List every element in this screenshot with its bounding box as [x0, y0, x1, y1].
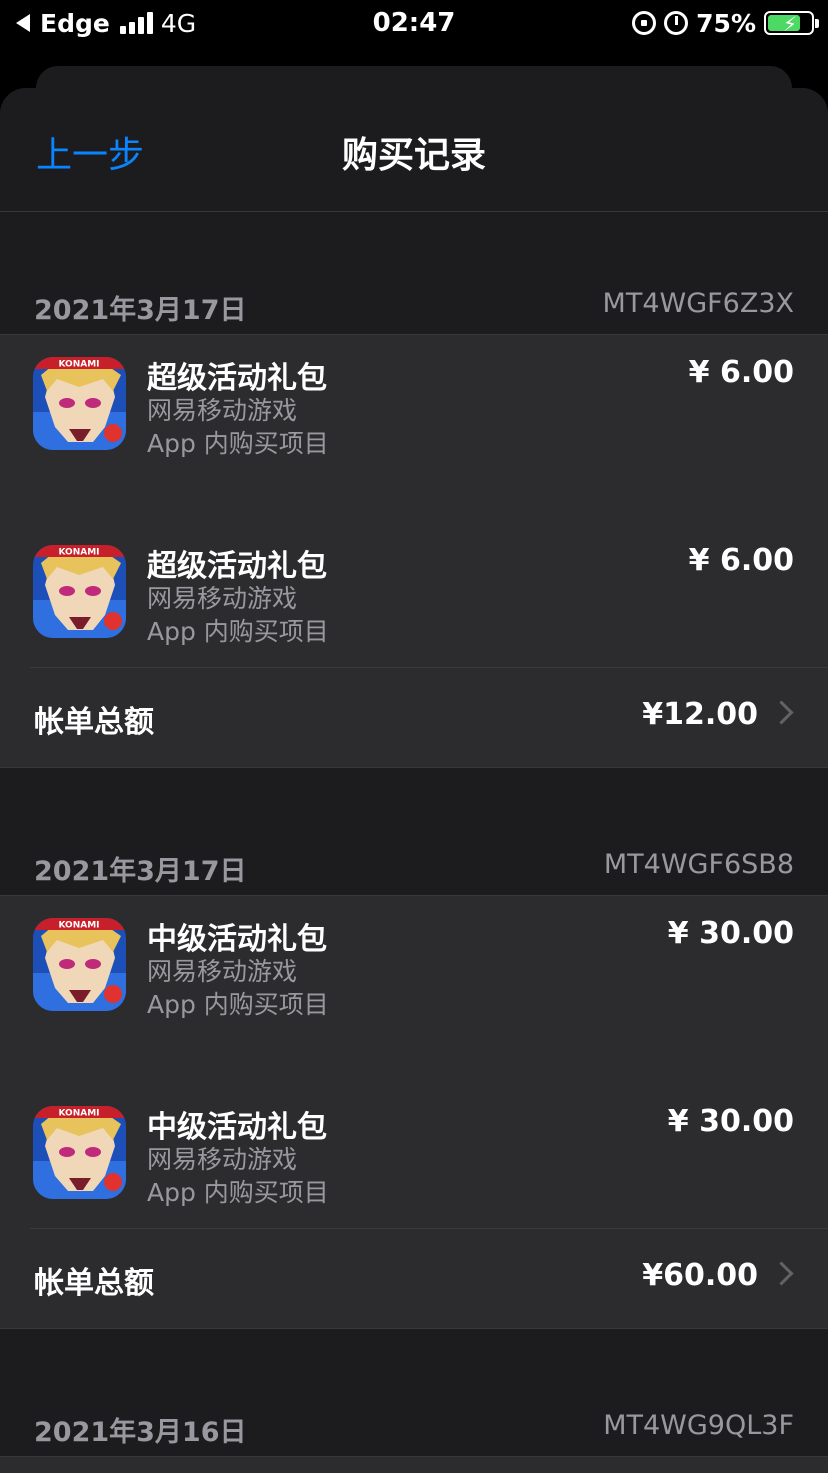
- item-developer: 网易移动游戏: [147, 396, 298, 425]
- order-id: MT4WGF6SB8: [603, 849, 794, 880]
- total-value: ¥60.00: [642, 1258, 758, 1293]
- svg-text:KONAMI: KONAMI: [58, 360, 99, 370]
- order-card: KONAMI 中级活动礼包 网易移动游戏 App 内购买项目 ¥ 30.00 K…: [0, 895, 828, 1329]
- total-label: 帐单总额: [34, 705, 154, 740]
- order-id: MT4WGF6Z3X: [602, 288, 794, 319]
- item-price: ¥ 30.00: [667, 1104, 794, 1139]
- yugioh-game-icon: KONAMI: [33, 545, 126, 638]
- svg-text:KONAMI: KONAMI: [58, 921, 99, 931]
- item-developer: 网易移动游戏: [147, 957, 298, 986]
- item-type: App 内购买项目: [147, 990, 329, 1019]
- chevron-right-icon: [769, 700, 794, 725]
- item-price: ¥ 6.00: [688, 543, 794, 578]
- status-right: 75% ⚡: [632, 8, 819, 38]
- order-header: 2021年3月17日 MT4WGF6SB8: [0, 849, 828, 889]
- item-developer: 网易移动游戏: [147, 1145, 298, 1174]
- order-header: 2021年3月17日 MT4WGF6Z3X: [0, 288, 828, 328]
- orientation-lock-icon: [632, 11, 657, 35]
- order-date: 2021年3月16日: [34, 1417, 247, 1448]
- svg-text:KONAMI: KONAMI: [58, 548, 99, 558]
- total-value: ¥12.00: [642, 697, 758, 732]
- item-type: App 内购买项目: [147, 617, 329, 646]
- page-title: 购买记录: [341, 135, 486, 176]
- order-card: KONAMI 超级活动礼包 网易移动游戏 App 内购买项目 ¥ 6.00 KO…: [0, 334, 828, 768]
- navigation-bar: 上一步 购买记录: [0, 88, 828, 212]
- divider: [30, 667, 828, 668]
- order-id: MT4WG9QL3F: [603, 1410, 794, 1441]
- total-row[interactable]: 帐单总额 ¥60.00: [0, 1228, 828, 1328]
- battery-percent: 75%: [696, 8, 756, 38]
- total-label: 帐单总额: [34, 1266, 154, 1301]
- item-type: App 内购买项目: [147, 429, 329, 458]
- order-header: 2021年3月16日 MT4WG9QL3F: [0, 1410, 828, 1450]
- alarm-icon: [664, 11, 689, 35]
- item-price: ¥ 30.00: [667, 916, 794, 951]
- purchase-item[interactable]: KONAMI 超级活动礼包 网易移动游戏 App 内购买项目 ¥ 6.00: [0, 335, 828, 523]
- yugioh-game-icon: KONAMI: [33, 918, 126, 1011]
- yugioh-game-icon: KONAMI: [33, 357, 126, 450]
- chevron-right-icon: [769, 1261, 794, 1286]
- item-type: App 内购买项目: [147, 1178, 329, 1207]
- order-date: 2021年3月17日: [34, 295, 247, 326]
- total-row[interactable]: 帐单总额 ¥12.00: [0, 667, 828, 767]
- order-card: [0, 1456, 828, 1473]
- purchase-history-sheet: 上一步 购买记录 2021年3月17日 MT4WGF6Z3X KONAMI 超级…: [0, 88, 828, 1473]
- item-developer: 网易移动游戏: [147, 584, 298, 613]
- divider: [30, 1228, 828, 1229]
- yugioh-game-icon: KONAMI: [33, 1106, 126, 1199]
- battery-icon: ⚡: [764, 11, 819, 36]
- order-date: 2021年3月17日: [34, 856, 247, 887]
- svg-text:KONAMI: KONAMI: [58, 1109, 99, 1119]
- item-price: ¥ 6.00: [688, 355, 794, 390]
- purchase-item[interactable]: KONAMI 中级活动礼包 网易移动游戏 App 内购买项目 ¥ 30.00: [0, 896, 828, 1084]
- status-bar: Edge 4G 02:47 75% ⚡: [0, 0, 828, 48]
